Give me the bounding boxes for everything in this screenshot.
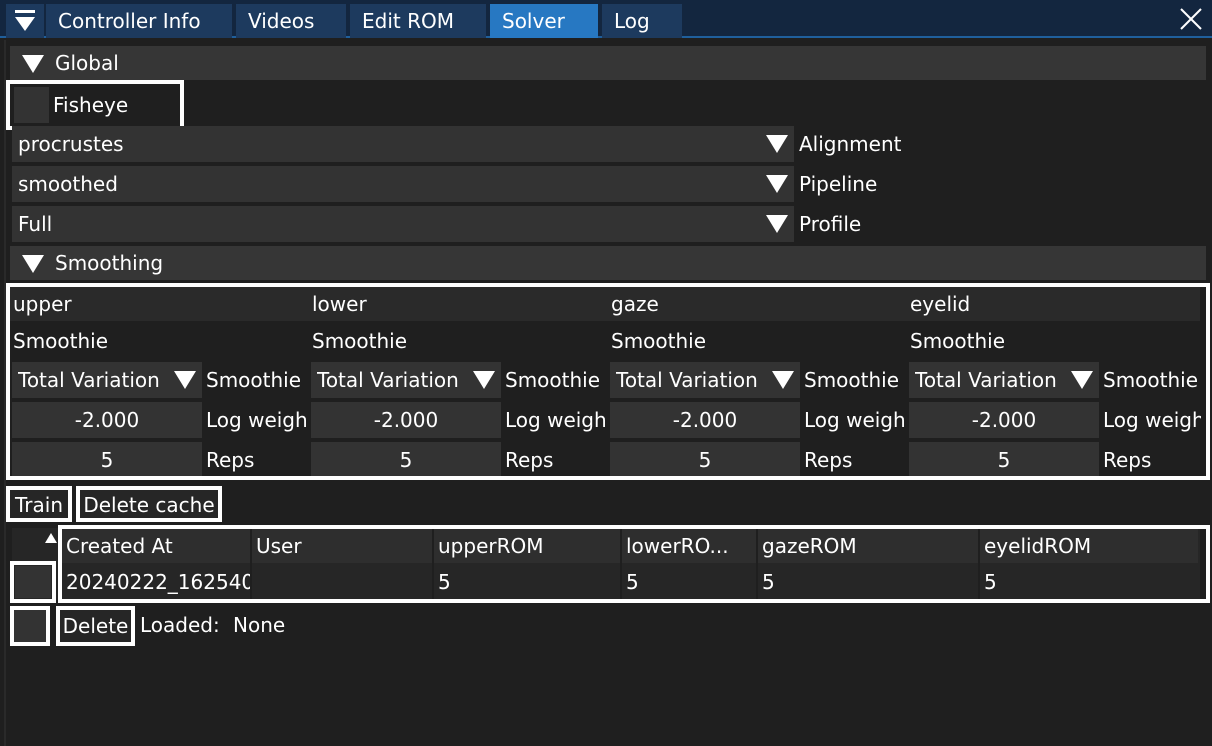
smoothing-method-dropdown[interactable]: Total Variation bbox=[610, 362, 800, 398]
dropdown-arrow-icon bbox=[772, 371, 794, 389]
smoothing-method-label: Smoothie bbox=[206, 368, 302, 392]
log-weight-label: Log weigh bbox=[804, 408, 906, 432]
smoothing-col-sub: Smoothie bbox=[312, 329, 408, 353]
collapse-triangle-icon bbox=[22, 255, 44, 273]
table-header-cell[interactable]: upperROM bbox=[432, 529, 620, 563]
smoothing-method-dropdown[interactable]: Total Variation bbox=[909, 362, 1099, 398]
smoothing-header-label: Smoothing bbox=[55, 251, 164, 275]
table-header-cell[interactable]: User bbox=[250, 529, 432, 563]
table-header-cell[interactable]: lowerRO... bbox=[620, 529, 754, 563]
smoothing-name-row bbox=[10, 287, 1200, 321]
smoothing-col-name: upper bbox=[13, 292, 72, 316]
table-header-cell[interactable]: Created At bbox=[60, 529, 250, 563]
reps-label: Reps bbox=[804, 448, 853, 472]
profile-label: Profile bbox=[799, 212, 862, 236]
pipeline-dropdown[interactable]: smoothed bbox=[12, 166, 794, 202]
reps-input[interactable]: 5 bbox=[311, 442, 501, 476]
reps-label: Reps bbox=[206, 448, 255, 472]
global-header-label: Global bbox=[55, 51, 119, 75]
smoothing-method-dropdown[interactable]: Total Variation bbox=[311, 362, 501, 398]
log-weight-input[interactable]: -2.000 bbox=[909, 402, 1099, 438]
loaded-value: None bbox=[233, 613, 286, 637]
reps-input[interactable]: 5 bbox=[12, 442, 202, 476]
reps-value: 5 bbox=[399, 448, 413, 472]
log-weight-input[interactable]: -2.000 bbox=[610, 402, 800, 438]
global-section-header[interactable]: Global bbox=[10, 46, 1206, 80]
smoothing-col-name: lower bbox=[312, 292, 367, 316]
reps-label: Reps bbox=[1103, 448, 1152, 472]
log-weight-label: Log weigh bbox=[206, 408, 308, 432]
smoothing-method-value: Total Variation bbox=[18, 368, 160, 392]
dropdown-arrow-icon bbox=[766, 135, 788, 153]
fisheye-label: Fisheye bbox=[53, 93, 129, 117]
row-select-checkbox[interactable] bbox=[15, 566, 51, 598]
smoothing-col-sub: Smoothie bbox=[910, 329, 1006, 353]
pipeline-value: smoothed bbox=[18, 172, 118, 196]
dropdown-arrow-icon bbox=[766, 175, 788, 193]
tab-videos[interactable]: Videos bbox=[236, 4, 346, 38]
reps-value: 5 bbox=[997, 448, 1011, 472]
smoothing-method-value: Total Variation bbox=[915, 368, 1057, 392]
tab-log[interactable]: Log bbox=[602, 4, 682, 38]
reps-value: 5 bbox=[100, 448, 114, 472]
log-weight-value: -2.000 bbox=[672, 408, 738, 432]
smoothing-col-name: gaze bbox=[611, 292, 659, 316]
smoothing-method-value: Total Variation bbox=[317, 368, 459, 392]
table-header-cell[interactable]: gazeROM bbox=[756, 529, 976, 563]
table-cell[interactable]: 5 bbox=[620, 565, 754, 599]
tab-controller-info[interactable]: Controller Info bbox=[46, 4, 232, 38]
tab-edit-rom[interactable]: Edit ROM bbox=[350, 4, 486, 38]
table-cell[interactable]: 5 bbox=[978, 565, 1198, 599]
table-header-cell[interactable]: eyelidROM bbox=[978, 529, 1198, 563]
reps-input[interactable]: 5 bbox=[909, 442, 1099, 476]
smoothing-method-label: Smoothie bbox=[804, 368, 900, 392]
close-icon bbox=[1180, 8, 1202, 30]
alignment-dropdown[interactable]: procrustes bbox=[12, 126, 794, 162]
smoothing-col-name: eyelid bbox=[910, 292, 971, 316]
delete-button[interactable]: Delete bbox=[56, 606, 135, 646]
column-divider[interactable] bbox=[250, 529, 252, 599]
pipeline-label: Pipeline bbox=[799, 172, 878, 196]
log-weight-value: -2.000 bbox=[74, 408, 140, 432]
smoothing-method-value: Total Variation bbox=[616, 368, 758, 392]
sort-arrow-icon[interactable] bbox=[45, 533, 57, 543]
dropdown-arrow-icon bbox=[473, 371, 495, 389]
log-weight-input[interactable]: -2.000 bbox=[311, 402, 501, 438]
smoothing-method-dropdown[interactable]: Total Variation bbox=[12, 362, 202, 398]
alignment-value: procrustes bbox=[18, 132, 124, 156]
smoothing-col-sub: Smoothie bbox=[13, 329, 109, 353]
alignment-label: Alignment bbox=[799, 132, 902, 156]
select-all-checkbox[interactable] bbox=[14, 610, 46, 642]
window-menu-button[interactable] bbox=[6, 4, 44, 38]
profile-dropdown[interactable]: Full bbox=[12, 206, 794, 242]
menu-triangle-icon bbox=[15, 10, 35, 31]
smoothing-section-header[interactable]: Smoothing bbox=[10, 246, 1206, 280]
tab-solver[interactable]: Solver bbox=[490, 4, 598, 38]
dropdown-arrow-icon bbox=[766, 215, 788, 233]
reps-input[interactable]: 5 bbox=[610, 442, 800, 476]
smoothing-method-label: Smoothie bbox=[505, 368, 601, 392]
fisheye-checkbox[interactable] bbox=[14, 87, 49, 123]
log-weight-value: -2.000 bbox=[373, 408, 439, 432]
log-weight-label: Log weigh bbox=[1103, 408, 1201, 432]
collapse-triangle-icon bbox=[22, 55, 44, 73]
profile-value: Full bbox=[18, 212, 53, 236]
tab-bar: Controller Info Videos Edit ROM Solver L… bbox=[0, 0, 1212, 38]
delete-cache-button[interactable]: Delete cache bbox=[76, 486, 222, 522]
log-weight-input[interactable]: -2.000 bbox=[12, 402, 202, 438]
smoothing-method-label: Smoothie bbox=[1103, 368, 1199, 392]
smoothing-col-sub: Smoothie bbox=[611, 329, 707, 353]
table-cell[interactable]: 20240222_162540 bbox=[60, 565, 250, 599]
log-weight-value: -2.000 bbox=[971, 408, 1037, 432]
dropdown-arrow-icon bbox=[174, 371, 196, 389]
loaded-label: Loaded: bbox=[140, 613, 220, 637]
table-cell[interactable]: 5 bbox=[432, 565, 620, 599]
table-cell[interactable]: 5 bbox=[756, 565, 976, 599]
close-button[interactable] bbox=[1178, 6, 1204, 32]
log-weight-label: Log weigh bbox=[505, 408, 607, 432]
train-button[interactable]: Train bbox=[6, 486, 72, 522]
dropdown-arrow-icon bbox=[1071, 371, 1093, 389]
reps-label: Reps bbox=[505, 448, 554, 472]
reps-value: 5 bbox=[698, 448, 712, 472]
